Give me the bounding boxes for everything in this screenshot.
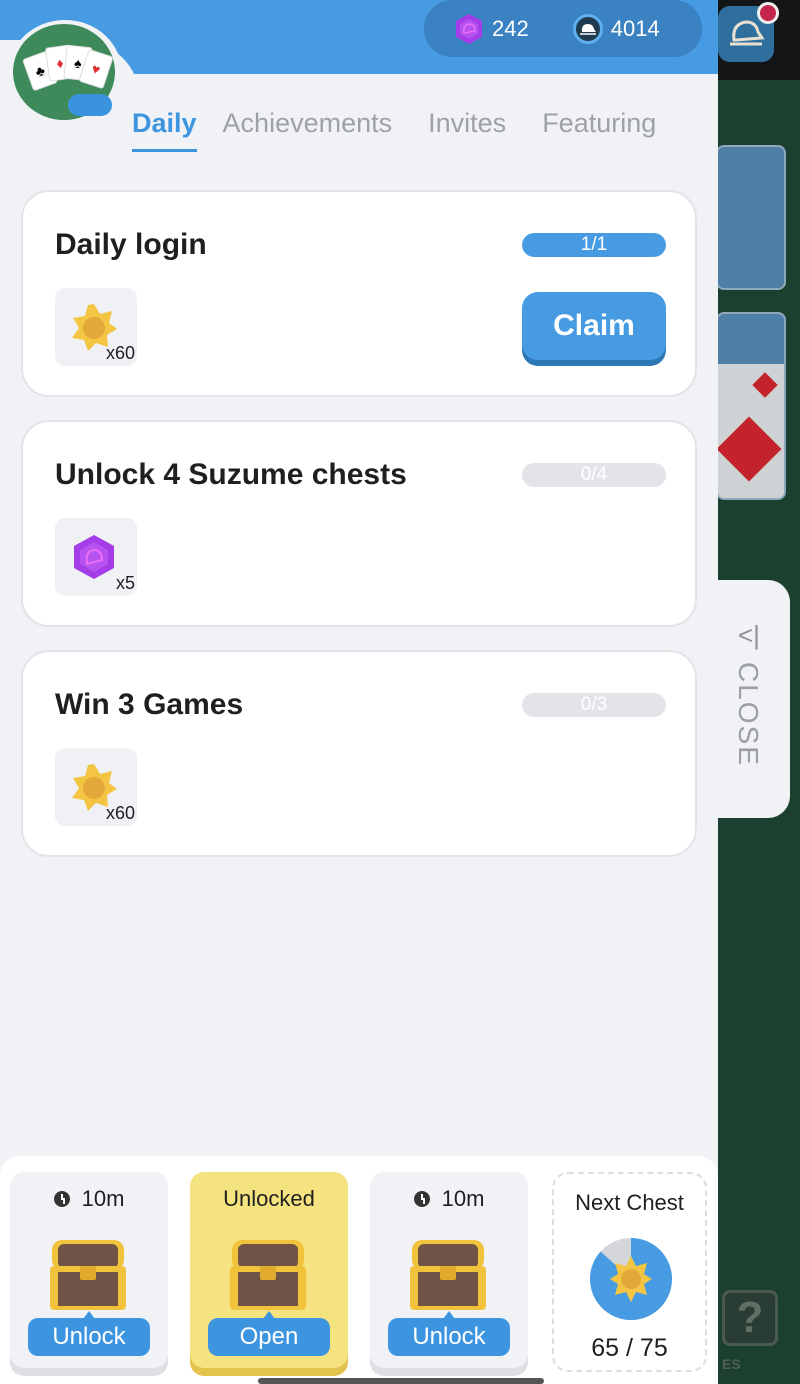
chest-timer: 10m <box>81 1186 125 1211</box>
tab-achievements[interactable]: Achievements <box>223 108 393 152</box>
task-progress-bar: 0/3 <box>522 693 666 717</box>
next-chest-count: 65 / 75 <box>591 1334 668 1362</box>
close-label: CLOSE <box>733 662 764 767</box>
chest-status: Unlocked <box>223 1186 315 1211</box>
next-chest-progress-ring <box>590 1238 672 1320</box>
reward-quantity: x60 <box>105 803 135 823</box>
reward-item: x60 <box>55 288 137 366</box>
task-title: Unlock 4 Suzume chests <box>55 458 407 491</box>
close-panel-tab[interactable]: <| CLOSE <box>716 580 790 818</box>
task-title: Daily login <box>55 228 207 261</box>
open-chest-button[interactable]: Open <box>208 1311 330 1356</box>
task-progress-text: 0/3 <box>580 694 608 715</box>
reward-item: x60 <box>55 748 137 826</box>
unlock-chest-button[interactable]: Unlock <box>28 1311 150 1356</box>
gem-icon <box>456 13 482 44</box>
treasure-chest-icon <box>50 1240 126 1310</box>
task-progress-text: 1/1 <box>580 234 608 255</box>
gem-counter[interactable]: 242 <box>454 13 529 45</box>
reward-item: x5 <box>55 518 137 596</box>
suzume-coin-icon <box>572 13 603 44</box>
reward-quantity: x60 <box>105 343 135 363</box>
unlock-chest-button[interactable]: Unlock <box>388 1311 510 1356</box>
task-progress-text: 0/4 <box>580 464 608 485</box>
treasure-chest-icon <box>230 1240 306 1310</box>
notification-dot <box>757 2 779 24</box>
quest-tabs: Daily Achievements Invites Featuring <box>132 108 692 152</box>
task-card: Unlock 4 Suzume chests 0/4 x5 <box>21 420 697 627</box>
tab-featuring[interactable]: Featuring <box>542 108 656 152</box>
tab-daily[interactable]: Daily <box>132 108 197 152</box>
treasure-chest-icon <box>410 1240 486 1310</box>
next-chest: Next Chest 65 / 75 <box>552 1172 707 1372</box>
chest-slot[interactable]: 10m Unlock <box>370 1172 528 1368</box>
chest-slot[interactable]: Unlocked Open <box>190 1172 348 1368</box>
help-label: ES <box>722 1356 741 1372</box>
chest-timer: 10m <box>441 1186 485 1211</box>
currency-display: 242 4014 <box>424 0 702 57</box>
claim-button[interactable]: Claim <box>522 292 666 360</box>
task-card: Daily login 1/1 x60 Claim <box>21 190 697 397</box>
card-back <box>716 145 786 290</box>
gem-icon <box>74 535 114 579</box>
clock-icon <box>413 1191 430 1207</box>
help-icon[interactable]: ? <box>722 1290 778 1346</box>
task-title: Win 3 Games <box>55 688 244 721</box>
collapse-left-icon: <| <box>738 620 760 650</box>
task-progress-bar: 0/4 <box>522 463 666 487</box>
quests-panel: 242 4014 ♣ ♦ ♠ ♥ Daily Achievements Invi… <box>0 0 718 1384</box>
coin-count: 4014 <box>610 15 660 41</box>
suzume-badge-icon <box>68 94 112 116</box>
coin-counter[interactable]: 4014 <box>572 13 660 44</box>
reward-quantity: x5 <box>115 573 135 593</box>
task-card: Win 3 Games 0/3 x60 <box>21 650 697 857</box>
card-diamonds <box>716 312 786 500</box>
chest-slot[interactable]: 10m Unlock <box>10 1172 168 1368</box>
tab-invites[interactable]: Invites <box>428 108 506 152</box>
home-indicator <box>258 1378 544 1384</box>
next-chest-title: Next Chest <box>575 1190 684 1215</box>
task-progress-bar: 1/1 <box>522 233 666 257</box>
gem-count: 242 <box>492 15 529 41</box>
clock-icon <box>53 1191 70 1207</box>
